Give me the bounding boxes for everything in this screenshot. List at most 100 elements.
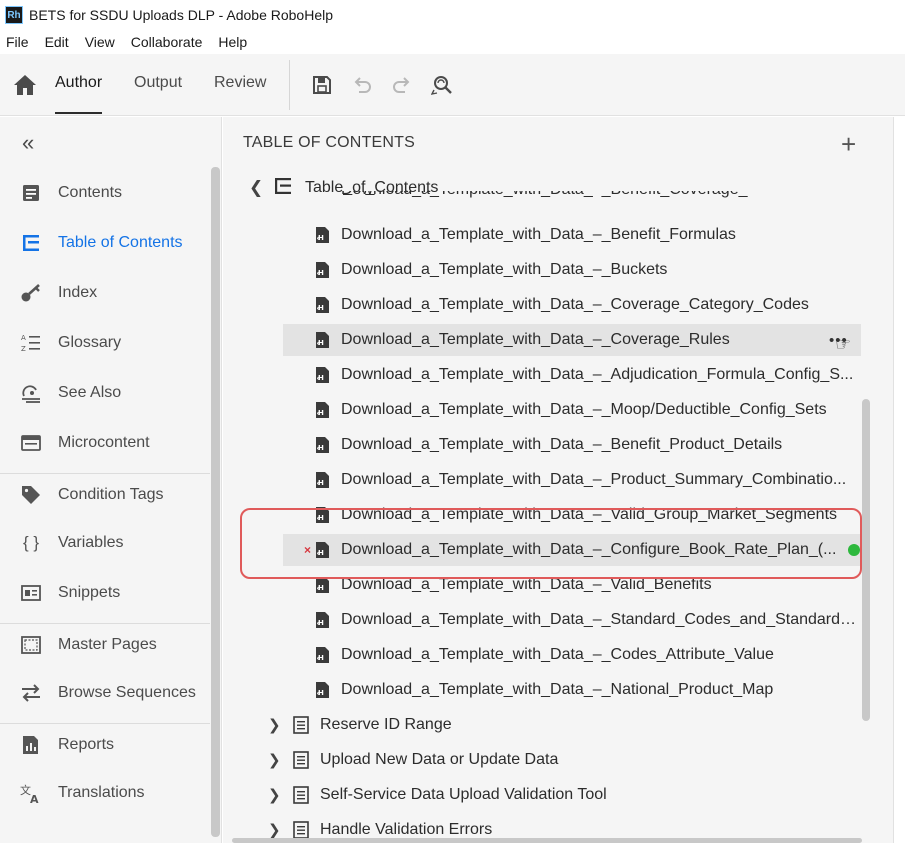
menu-help[interactable]: Help [218, 34, 247, 50]
topic-label: Download_a_Template_with_Data_–_Codes_At… [341, 646, 774, 663]
toc-topic-row[interactable]: H Download_a_Template_with_Data_–_Nationa… [283, 674, 861, 706]
svg-text:Z: Z [21, 345, 26, 353]
tab-review[interactable]: Review [214, 74, 266, 114]
html-topic-icon: H [315, 611, 330, 629]
html-topic-icon: H [315, 471, 330, 489]
toc-topic-row[interactable]: H Download_a_Template_with_Data_–_Standar… [283, 604, 861, 636]
sidebar-item-label: Glossary [58, 334, 122, 351]
menu-file[interactable]: File [6, 34, 29, 50]
topic-label: Download_a_Template_with_Data_–_Adjudica… [341, 366, 854, 383]
topic-label: Download_a_Template_with_Data_–_Buckets [341, 261, 668, 278]
toc-book-row[interactable]: ❯ Self-Service Data Upload Validation Too… [263, 779, 823, 811]
topic-label: Download_a_Template_with_Data_–_Moop/Ded… [341, 401, 827, 418]
sidebar-item-label: Snippets [58, 584, 121, 601]
book-label: Handle Validation Errors [320, 821, 493, 838]
sidebar-item-label: Contents [58, 184, 123, 201]
partial-topic-row: Download_a_Template_with_Data_–_Benefit_… [315, 191, 875, 205]
sidebar-item-table-of-contents[interactable]: Table of Contents [0, 223, 210, 263]
undo-icon[interactable] [351, 74, 373, 96]
toolbar-divider [289, 60, 290, 110]
book-label: Upload New Data or Update Data [320, 751, 559, 768]
chevron-right-icon[interactable]: ❯ [268, 751, 281, 769]
collapse-panel-icon[interactable]: « [22, 130, 34, 156]
svg-text:H: H [318, 374, 324, 382]
toc-horizontal-scrollbar[interactable] [232, 838, 862, 843]
toc-topic-row[interactable]: H Download_a_Template_with_Data_–_Product… [283, 464, 861, 496]
toc-topic-row[interactable]: H Download_a_Template_with_Data_–_Adjudic… [283, 359, 861, 391]
toc-topic-row[interactable]: H Download_a_Template_with_Data_–_Buckets [283, 254, 861, 286]
html-topic-icon: H [315, 436, 330, 454]
sidebar-item-index[interactable]: Index [0, 273, 210, 313]
svg-text:H: H [318, 444, 324, 452]
book-page-icon [293, 751, 309, 769]
toc-topic-row[interactable]: H Download_a_Template_with_Data_–_Coverag… [283, 289, 861, 321]
sidebar-item-variables[interactable]: { } Variables [0, 523, 210, 563]
tab-author[interactable]: Author [55, 74, 103, 114]
sidebar-item-label: Translations [58, 784, 145, 801]
sidebar-item-glossary[interactable]: AZ Glossary [0, 323, 210, 363]
sidebar-item-see-also[interactable]: See Also [0, 373, 210, 413]
toc-topic-row[interactable]: H Download_a_Template_with_Data_–_Benefit… [283, 429, 861, 461]
braces-icon: { } [22, 533, 40, 552]
topic-label: Download_a_Template_with_Data_–_Benefit_… [341, 191, 748, 199]
sidebar-item-condition-tags[interactable]: Condition Tags [0, 475, 210, 515]
chevron-right-icon[interactable]: ❯ [268, 716, 281, 734]
add-icon[interactable]: + [841, 129, 856, 160]
menu-edit[interactable]: Edit [45, 34, 69, 50]
sidebar-item-label: Table of Contents [58, 234, 183, 251]
sidebar-item-master-pages[interactable]: Master Pages [0, 625, 210, 665]
toc-topic-row[interactable]: H Download_a_Template_with_Data_–_Coverag… [283, 324, 861, 356]
html-topic-icon: H [315, 331, 330, 349]
sidebar-separator [0, 723, 210, 724]
sidebar-item-reports[interactable]: Reports [0, 725, 210, 765]
chevron-left-icon[interactable]: ❮ [249, 178, 263, 198]
topic-label: Download_a_Template_with_Data_–_Benefit_… [341, 436, 783, 453]
redo-icon[interactable] [391, 74, 413, 96]
toc-topic-row[interactable]: H Download_a_Template_with_Data_–_Moop/De… [283, 394, 861, 426]
sidebar-item-snippets[interactable]: Snippets [0, 573, 210, 613]
master-page-icon [21, 636, 41, 654]
home-icon[interactable] [13, 74, 37, 96]
tab-output[interactable]: Output [134, 74, 182, 114]
topic-label: Download_a_Template_with_Data_–_Product_… [341, 471, 847, 488]
chevron-right-icon[interactable]: ❯ [268, 786, 281, 804]
toc-vertical-scrollbar[interactable] [862, 399, 870, 721]
sidebar-item-label: Variables [58, 534, 124, 551]
window-title: BETS for SSDU Uploads DLP - Adobe RoboHe… [29, 7, 334, 23]
find-replace-icon[interactable] [431, 74, 453, 96]
sidebar-item-translations[interactable]: 文A Translations [0, 773, 210, 813]
svg-text:A: A [30, 793, 39, 804]
sidebar-item-browse-sequences[interactable]: Browse Sequences [0, 673, 210, 713]
chevron-right-icon[interactable]: ❯ [268, 821, 281, 839]
sidebar-item-label: See Also [58, 384, 122, 401]
html-topic-icon: H [315, 646, 330, 664]
sidebar-item-contents[interactable]: Contents [0, 173, 210, 213]
svg-text:H: H [318, 689, 324, 697]
menu-collaborate[interactable]: Collaborate [131, 34, 203, 50]
book-label: Self-Service Data Upload Validation Tool [320, 786, 607, 803]
svg-text:H: H [318, 304, 324, 312]
hand-cursor-icon: ☞ [835, 334, 852, 354]
html-topic-icon: H [315, 261, 330, 279]
contents-icon [23, 185, 39, 201]
menu-view[interactable]: View [85, 34, 115, 50]
topic-label: Download_a_Template_with_Data_–_Standard… [341, 611, 859, 628]
arrows-icon [22, 684, 40, 702]
save-icon[interactable] [311, 74, 333, 96]
sidebar-item-label: Index [58, 284, 98, 301]
svg-text:H: H [318, 584, 324, 592]
svg-text:H: H [318, 339, 324, 347]
toc-icon [275, 178, 291, 194]
sidebar-item-microcontent[interactable]: Microcontent [0, 423, 210, 463]
topic-label: Download_a_Template_with_Data_–_Coverage… [341, 296, 809, 313]
sidebar-item-label: Condition Tags [58, 486, 164, 503]
toc-book-row[interactable]: ❯ Reserve ID Range [263, 709, 823, 741]
annotation-highlight-box [240, 508, 862, 579]
title-bar: Rh BETS for SSDU Uploads DLP - Adobe Rob… [0, 0, 905, 30]
html-topic-icon: H [315, 681, 330, 699]
sidebar-scrollbar[interactable] [211, 167, 220, 837]
toc-topic-row[interactable]: H Download_a_Template_with_Data_–_Benefit… [283, 219, 861, 251]
book-page-icon [293, 786, 309, 804]
toc-topic-row[interactable]: H Download_a_Template_with_Data_–_Codes_A… [283, 639, 861, 671]
toc-book-row[interactable]: ❯ Upload New Data or Update Data [263, 744, 823, 776]
